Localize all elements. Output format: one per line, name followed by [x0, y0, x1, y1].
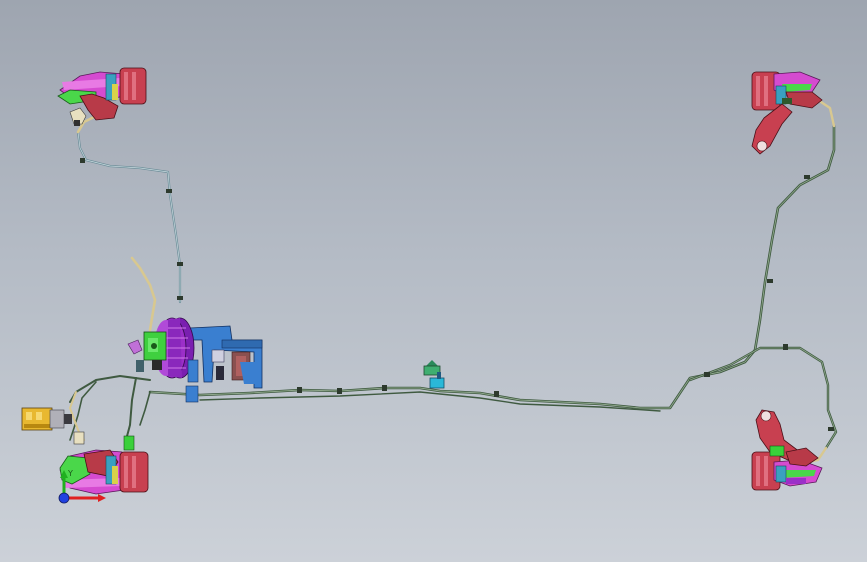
brake-lines[interactable]	[69, 98, 838, 464]
reservoir-hose[interactable]	[130, 256, 157, 332]
front-left-brake-corner[interactable]	[57, 67, 147, 126]
cad-viewport[interactable]: Y	[0, 0, 867, 562]
rear-right-brake-corner[interactable]	[751, 409, 823, 491]
front-right-brake-corner[interactable]	[751, 71, 823, 155]
proportioning-valve[interactable]	[423, 360, 445, 389]
pedal-box[interactable]	[189, 325, 263, 389]
master-cylinder[interactable]	[127, 331, 167, 372]
triad-axis-label: Y	[67, 469, 73, 478]
rear-right-upper-hose[interactable]	[816, 98, 836, 128]
cad-model-canvas[interactable]: Y	[0, 0, 867, 562]
abs-module[interactable]	[21, 407, 72, 431]
rear-left-brake-corner[interactable]	[59, 431, 149, 495]
front-left-brake-line[interactable]	[76, 130, 182, 304]
